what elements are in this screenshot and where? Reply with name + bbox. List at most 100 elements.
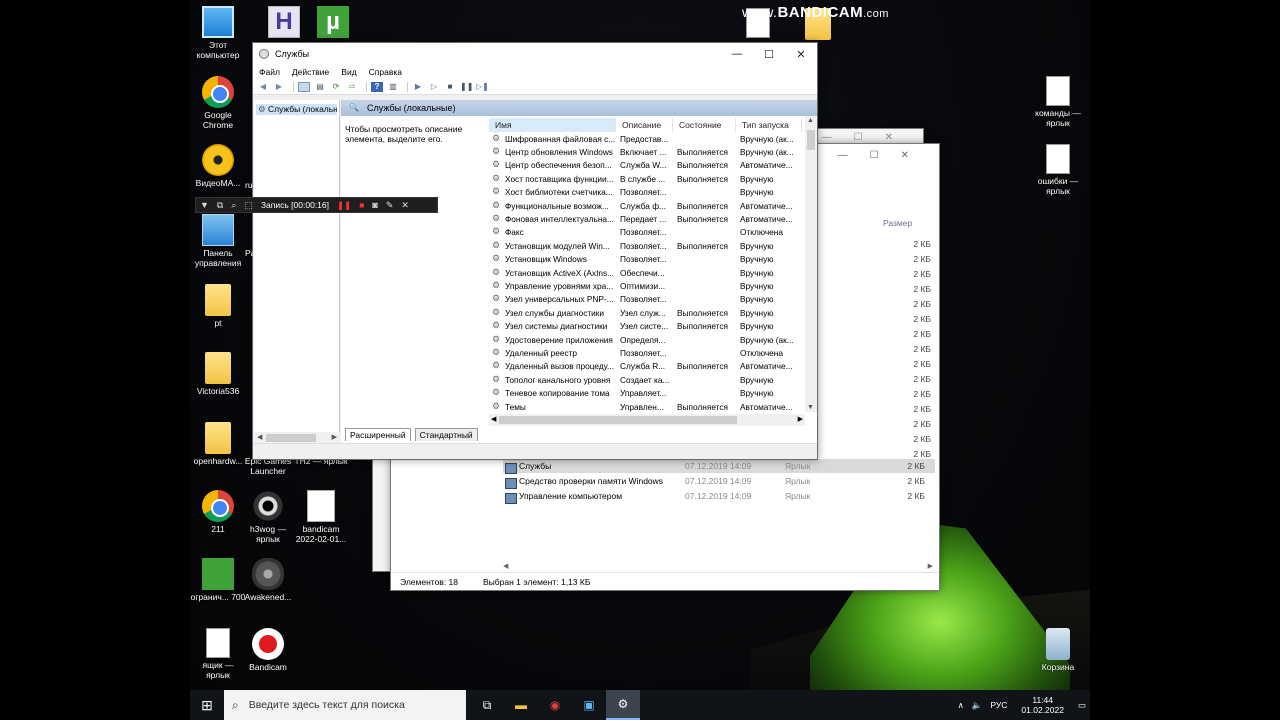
- table-row[interactable]: Центр обеспечения безоп... Служба W... Вып…: [489, 159, 817, 172]
- stop-service-icon[interactable]: ■: [444, 82, 456, 92]
- panel-icon[interactable]: ▥: [387, 82, 399, 92]
- table-row[interactable]: Узел универсальных PNP-... Позволяет... Вр…: [489, 293, 817, 306]
- table-row[interactable]: Узел системы диагностики Узел систе... Вып…: [489, 319, 817, 332]
- tab-extended[interactable]: Расширенный: [345, 428, 411, 441]
- tray-chevron-icon[interactable]: ∧: [958, 700, 964, 711]
- desktop-icon-oshibki-shortcut[interactable]: ошибки — ярлык: [1030, 144, 1086, 196]
- column-header-startup-type[interactable]: Тип запуска: [736, 118, 802, 132]
- export-icon[interactable]: ⇨: [346, 82, 358, 92]
- column-header-status[interactable]: Состояние: [673, 118, 736, 132]
- menu-action[interactable]: Действие: [286, 67, 335, 77]
- pause-icon[interactable]: ❚❚: [333, 200, 355, 211]
- start-service-alt-icon[interactable]: ▷: [428, 82, 440, 92]
- tree-node-services-local[interactable]: Службы (локальные): [256, 104, 337, 115]
- taskbar-chrome[interactable]: ◉: [538, 690, 572, 720]
- table-horizontal-scrollbar[interactable]: ◀ ▶: [489, 414, 805, 426]
- pen-icon[interactable]: ✎: [382, 200, 398, 211]
- forward-arrow-icon[interactable]: ▶: [273, 82, 285, 92]
- table-row[interactable]: Управление уровнями хра... Оптимизи... Вру…: [489, 279, 817, 292]
- tab-standard[interactable]: Стандартный: [414, 428, 478, 441]
- table-row[interactable]: Удостоверение приложения Определя... Вручн…: [489, 333, 817, 346]
- desktop-icon-bandicam-file[interactable]: bandicam 2022-02-01...: [293, 490, 349, 544]
- table-row[interactable]: Хост библиотеки счетчика... Позволяет... В…: [489, 186, 817, 199]
- stop-icon[interactable]: ■: [355, 200, 368, 210]
- table-row[interactable]: Факс Позволяет... Отключена: [489, 226, 817, 239]
- table-row[interactable]: Функциональные возмож... Служба ф... Выпол…: [489, 199, 817, 212]
- minimize-button[interactable]: —: [721, 48, 753, 61]
- desktop-icon-h-app[interactable]: H: [256, 6, 312, 40]
- start-service-icon[interactable]: ▶: [412, 82, 424, 92]
- restart-service-icon[interactable]: ▷❚: [476, 82, 489, 92]
- table-row[interactable]: Узел службы диагностики Узел служ... Выпол…: [489, 306, 817, 319]
- table-row[interactable]: Тополог канального уровня Создает ка... Вр…: [489, 373, 817, 386]
- desktop-icon-videomaster[interactable]: ВидеоМА...: [190, 144, 246, 188]
- dropdown-icon[interactable]: ▼: [196, 200, 213, 210]
- desktop-icon-folder-pt[interactable]: pt: [190, 284, 246, 328]
- refresh-icon[interactable]: ⟳: [330, 82, 342, 92]
- column-header-description[interactable]: Описание: [616, 118, 673, 132]
- services-title-bar[interactable]: Службы — ☐ ✕: [253, 43, 817, 65]
- table-row[interactable]: Хост поставщика функции... В службе ... Вы…: [489, 172, 817, 185]
- window-controls[interactable]: —☐✕: [822, 132, 915, 143]
- desktop-icon-awakened[interactable]: Awakened...: [240, 558, 296, 602]
- table-row[interactable]: Темы Управлен... Выполняется Автоматиче...: [489, 400, 817, 413]
- help-icon[interactable]: ?: [371, 81, 383, 92]
- desktop-icon-chrome-211[interactable]: 211: [190, 490, 246, 534]
- table-row[interactable]: Центр обновления Windows Включает ... Выпо…: [489, 145, 817, 158]
- table-row[interactable]: Установщик Windows Позволяет... Вручную: [489, 253, 817, 266]
- volume-icon[interactable]: 🔈: [972, 700, 983, 711]
- language-indicator[interactable]: РУС: [990, 700, 1007, 710]
- table-row[interactable]: Теневое копирование тома Управляет... Вруч…: [489, 386, 817, 399]
- pause-service-icon[interactable]: ❚❚: [460, 82, 473, 92]
- taskbar-search[interactable]: ⌕ Введите здесь текст для поиска: [224, 690, 466, 720]
- desktop-icon-chrome[interactable]: Google Chrome: [190, 76, 246, 130]
- desktop-icon-h3wog-shortcut[interactable]: h3wog — ярлык: [240, 490, 296, 544]
- clock[interactable]: 11:44 01.02.2022: [1021, 695, 1064, 715]
- maximize-button[interactable]: ☐: [753, 48, 785, 61]
- taskbar-control-panel[interactable]: ▣: [572, 690, 606, 720]
- back-arrow-icon[interactable]: ◀: [257, 82, 269, 92]
- desktop-icon-folder-openhardware[interactable]: openhardw...: [190, 422, 246, 466]
- list-item[interactable]: Средство проверки памяти Windows 07.12.20…: [503, 474, 935, 489]
- column-header-size[interactable]: Размер: [883, 218, 912, 228]
- show-tree-icon[interactable]: [298, 81, 310, 92]
- close-icon[interactable]: ✕: [397, 200, 413, 211]
- list-item[interactable]: Управление компьютером 07.12.2019 14:09 Яр…: [503, 489, 935, 504]
- desktop-icon-folder-victoria[interactable]: Victoria536: [190, 352, 246, 396]
- close-button[interactable]: ✕: [785, 48, 817, 61]
- search-icon[interactable]: ⌕: [227, 200, 240, 211]
- menu-view[interactable]: Вид: [335, 67, 362, 77]
- desktop-icon-label: Bandicam: [249, 662, 287, 672]
- desktop-icon-komandy-shortcut[interactable]: команды — ярлык: [1030, 76, 1086, 128]
- services-window[interactable]: Службы — ☐ ✕ Файл Действие Вид Справка ◀…: [252, 42, 818, 460]
- table-row[interactable]: Установщик модулей Win... Позволяет... Вып…: [489, 239, 817, 252]
- desktop-icon-yashchik-shortcut[interactable]: ящик — ярлык: [190, 628, 246, 680]
- table-row[interactable]: Удаленный реестр Позволяет... Отключена: [489, 346, 817, 359]
- vertical-scrollbar[interactable]: ▲ ▼: [805, 116, 817, 412]
- task-view-button[interactable]: ⧉: [470, 690, 504, 720]
- notifications-icon[interactable]: ▭: [1078, 700, 1086, 711]
- desktop-icon-this-pc[interactable]: Этот компьютер: [190, 6, 246, 60]
- table-row[interactable]: Удаленный вызов процеду... Служба R... Вып…: [489, 360, 817, 373]
- explorer-window-controls[interactable]: —☐✕: [838, 150, 931, 161]
- desktop-icon-recycle-bin[interactable]: Корзина: [1030, 628, 1086, 672]
- desktop-icon-control-panel[interactable]: Панель управления: [190, 214, 246, 268]
- area-icon[interactable]: ⬚: [240, 200, 257, 211]
- taskbar-services[interactable]: ⚙: [606, 690, 640, 720]
- column-header-name[interactable]: Имя: [489, 118, 616, 132]
- desktop-icon-bandicam[interactable]: Bandicam: [240, 628, 296, 672]
- desktop-icon-utorrent[interactable]: µ: [305, 6, 361, 40]
- start-button[interactable]: ⊞: [190, 690, 224, 720]
- horizontal-scrollbar[interactable]: ◀ ▶: [503, 562, 933, 572]
- taskbar-explorer[interactable]: ▬: [504, 690, 538, 720]
- list-item[interactable]: Службы 07.12.2019 14:09 Ярлык 2 КБ: [503, 459, 935, 474]
- properties-icon[interactable]: ▤: [314, 82, 326, 92]
- table-row[interactable]: Шифрованная файловая с... Предостав... Вру…: [489, 132, 817, 145]
- table-row[interactable]: Установщик ActiveX (AxIns... Обеспечи... В…: [489, 266, 817, 279]
- menu-help[interactable]: Справка: [363, 67, 408, 77]
- menu-file[interactable]: Файл: [253, 67, 286, 77]
- table-row[interactable]: Фоновая интеллектуальна... Передает ... Вы…: [489, 212, 817, 225]
- camera-icon[interactable]: ◙: [368, 200, 381, 210]
- window-mode-icon[interactable]: ⧉: [213, 200, 227, 211]
- desktop-icon-utorrent-limit[interactable]: огранич... 700: [190, 558, 246, 602]
